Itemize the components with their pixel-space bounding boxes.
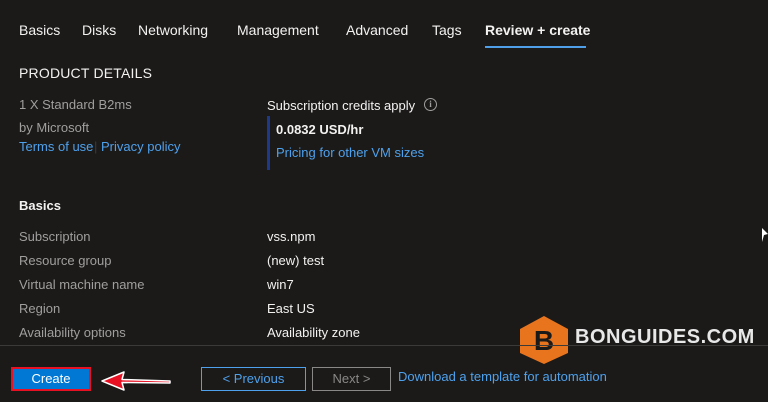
privacy-policy-link[interactable]: Privacy policy: [101, 139, 180, 154]
resource-group-label: Resource group: [19, 253, 112, 268]
tab-tags[interactable]: Tags: [432, 22, 462, 38]
price-accent-bar: [267, 116, 270, 170]
basics-heading: Basics: [19, 198, 61, 213]
product-name: 1 X Standard B2ms: [19, 97, 132, 112]
create-button[interactable]: Create: [11, 367, 91, 391]
svg-text:B: B: [534, 325, 554, 356]
active-tab-indicator: [485, 46, 586, 48]
mouse-cursor-icon: [762, 228, 768, 242]
bonguides-logo: B: [520, 316, 568, 364]
availability-options-value: Availability zone: [267, 325, 360, 340]
download-template-link[interactable]: Download a template for automation: [398, 369, 607, 384]
product-details-heading: PRODUCT DETAILS: [19, 65, 153, 81]
vm-name-label: Virtual machine name: [19, 277, 145, 292]
tab-management[interactable]: Management: [237, 22, 319, 38]
tab-basics[interactable]: Basics: [19, 22, 60, 38]
region-value: East US: [267, 301, 315, 316]
tab-disks[interactable]: Disks: [82, 22, 116, 38]
link-separator: |: [94, 139, 98, 154]
red-arrow-annotation-icon: [101, 371, 171, 391]
tab-review-create[interactable]: Review + create: [485, 22, 590, 38]
price-value: 0.0832 USD/hr: [276, 122, 364, 137]
tab-networking[interactable]: Networking: [138, 22, 208, 38]
availability-options-label: Availability options: [19, 325, 126, 340]
previous-button[interactable]: < Previous: [201, 367, 306, 391]
next-button[interactable]: Next >: [312, 367, 391, 391]
pricing-other-sizes-link[interactable]: Pricing for other VM sizes: [276, 145, 424, 160]
vm-name-value: win7: [267, 277, 294, 292]
wizard-tabs: Basics Disks Networking Management Advan…: [0, 0, 768, 52]
subscription-credits-label: Subscription credits apply: [267, 98, 416, 113]
tab-advanced[interactable]: Advanced: [346, 22, 408, 38]
subscription-value: vss.npm: [267, 229, 316, 244]
footer-divider: [0, 345, 768, 346]
info-icon[interactable]: i: [424, 98, 437, 111]
region-label: Region: [19, 301, 61, 316]
subscription-label: Subscription: [19, 229, 91, 244]
resource-group-value: (new) test: [267, 253, 325, 268]
terms-of-use-link[interactable]: Terms of use: [19, 139, 93, 154]
product-publisher: by Microsoft: [19, 120, 90, 135]
